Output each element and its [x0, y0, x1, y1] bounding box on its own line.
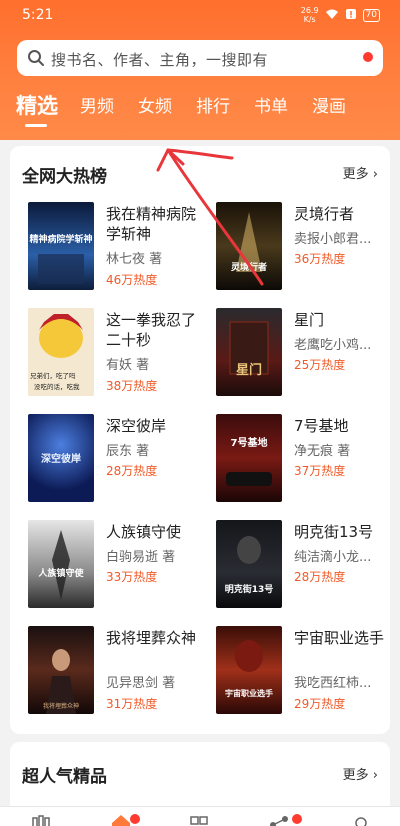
more-link[interactable]: 更多 › — [343, 764, 378, 783]
book-cover: 我将埋葬众神 — [28, 626, 94, 714]
book-author: 老鹰吃小鸡... — [294, 338, 372, 353]
book-author: 白驹易逝 著 — [106, 550, 176, 565]
notification-dot — [363, 52, 373, 62]
book-heat: 38万热度 — [106, 379, 158, 393]
hot-list-card: 全网大热榜 更多 › 精神病院学斩神 我在精神病院学斩神 林七夜 著 46万热度… — [10, 146, 390, 734]
book-author: 林七夜 著 — [106, 252, 163, 267]
section-title: 全网大热榜 — [22, 167, 107, 187]
cover-text: 灵境行者 — [230, 261, 267, 273]
book-cover: 深空彼岸 — [28, 414, 94, 502]
profile-icon[interactable] — [350, 815, 372, 826]
book-heat: 31万热度 — [106, 697, 158, 711]
chevron-right-icon: › — [368, 768, 378, 783]
book-item[interactable]: 星门 星门 老鹰吃小鸡... 25万热度 — [216, 308, 400, 398]
community-icon[interactable] — [268, 815, 290, 826]
alert-icon — [345, 8, 357, 23]
book-title: 人族镇守使 — [106, 523, 182, 541]
book-heat: 46万热度 — [106, 273, 158, 287]
section-title: 超人气精品 — [22, 767, 107, 787]
status-time: 5:21 — [22, 7, 54, 23]
status-bar: 5:21 26.9 K/s 70 — [0, 0, 400, 32]
chevron-right-icon: › — [368, 167, 378, 182]
book-cover: 精神病院学斩神 — [28, 202, 94, 290]
search-placeholder: 搜书名、作者、主角，一搜即有 — [51, 51, 269, 69]
book-item[interactable]: 我将埋葬众神 我将埋葬众神 见异思剑 著 31万热度 — [28, 626, 218, 716]
book-cover: 人族镇守使 — [28, 520, 94, 608]
book-author: 有妖 著 — [106, 358, 150, 373]
book-author: 卖报小郎君... — [294, 232, 372, 247]
book-title: 灵境行者 — [294, 205, 355, 223]
book-item[interactable]: 精神病院学斩神 我在精神病院学斩神 林七夜 著 46万热度 — [28, 202, 218, 292]
cover-text: 精神病院学斩神 — [29, 233, 92, 245]
cover-text: 7号基地 — [231, 436, 268, 449]
book-author: 净无痕 著 — [294, 444, 351, 459]
book-title: 宇宙职业选手 — [294, 629, 385, 647]
cover-text: 我将埋葬众神 — [43, 702, 79, 710]
book-author: 我吃西红柿... — [294, 676, 372, 691]
book-heat: 28万热度 — [294, 570, 346, 584]
book-title: 这一拳我忍了二十秒 — [106, 311, 197, 349]
book-title: 深空彼岸 — [106, 417, 167, 435]
tab-featured[interactable]: 精选 — [16, 90, 58, 120]
book-heat: 29万热度 — [294, 697, 346, 711]
book-item[interactable]: 灵境行者 灵境行者 卖报小郎君... 36万热度 — [216, 202, 400, 292]
category-tabs: 精选 男频 女频 排行 书单 漫画 — [0, 92, 400, 132]
status-icons: 26.9 K/s 70 — [301, 6, 380, 24]
cover-text: 兄弟们，吃了吗 — [30, 371, 76, 380]
home-badge — [130, 814, 140, 824]
cover-text: 深空彼岸 — [41, 452, 81, 465]
cover-text: 没吃的话，吃我 — [34, 382, 80, 391]
tab-ranking[interactable]: 排行 — [196, 92, 230, 117]
book-title: 星门 — [294, 311, 325, 329]
book-cover: 宇宙职业选手 — [216, 626, 282, 714]
community-badge — [292, 814, 302, 824]
popular-card: 超人气精品 更多 › — [10, 742, 390, 812]
book-heat: 37万热度 — [294, 464, 346, 478]
cover-text: 星门 — [236, 362, 262, 378]
book-heat: 36万热度 — [294, 252, 346, 266]
book-item[interactable]: 深空彼岸 深空彼岸 辰东 著 28万热度 — [28, 414, 218, 504]
tab-female[interactable]: 女频 — [138, 92, 172, 117]
tab-male[interactable]: 男频 — [80, 92, 114, 117]
book-title: 7号基地 — [294, 417, 349, 435]
bottom-nav — [0, 806, 400, 826]
net-speed: 26.9 K/s — [300, 6, 319, 24]
book-author: 纯洁滴小龙... — [294, 550, 372, 565]
book-heat: 33万热度 — [106, 570, 158, 584]
book-heat: 28万热度 — [106, 464, 158, 478]
bookshelf-icon[interactable] — [30, 815, 52, 826]
book-title: 明克街13号 — [294, 523, 374, 541]
book-cover: 7号基地 — [216, 414, 282, 502]
book-cover: 明克街13号 — [216, 520, 282, 608]
book-item[interactable]: 人族镇守使 人族镇守使 白驹易逝 著 33万热度 — [28, 520, 218, 610]
tab-booklist[interactable]: 书单 — [254, 92, 288, 117]
book-title: 我将埋葬众神 — [106, 629, 197, 647]
book-author: 见异思剑 著 — [106, 676, 176, 691]
book-heat: 25万热度 — [294, 358, 346, 372]
search-icon — [28, 50, 44, 66]
wifi-icon — [325, 8, 339, 23]
active-tab-indicator — [25, 124, 47, 127]
book-author: 辰东 著 — [106, 444, 150, 459]
cover-text: 宇宙职业选手 — [225, 688, 273, 698]
tab-comics[interactable]: 漫画 — [312, 92, 346, 117]
book-item[interactable]: 7号基地 7号基地 净无痕 著 37万热度 — [216, 414, 400, 504]
book-cover: 兄弟们，吃了吗 没吃的话，吃我 — [28, 308, 94, 396]
book-item[interactable]: 宇宙职业选手 宇宙职业选手 我吃西红柿... 29万热度 — [216, 626, 400, 716]
book-cover: 星门 — [216, 308, 282, 396]
book-cover: 灵境行者 — [216, 202, 282, 290]
book-title: 我在精神病院学斩神 — [106, 205, 197, 243]
cover-text: 明克街13号 — [225, 583, 274, 595]
cover-text: 人族镇守使 — [37, 567, 84, 579]
book-item[interactable]: 兄弟们，吃了吗 没吃的话，吃我 这一拳我忍了二十秒 有妖 著 38万热度 — [28, 308, 218, 398]
more-link[interactable]: 更多 › — [343, 163, 378, 182]
book-item[interactable]: 明克街13号 明克街13号 纯洁滴小龙... 28万热度 — [216, 520, 400, 610]
battery-indicator: 70 — [362, 8, 380, 22]
category-icon[interactable] — [188, 815, 210, 826]
home-icon[interactable] — [110, 813, 132, 826]
search-input[interactable]: 搜书名、作者、主角，一搜即有 — [17, 40, 383, 76]
